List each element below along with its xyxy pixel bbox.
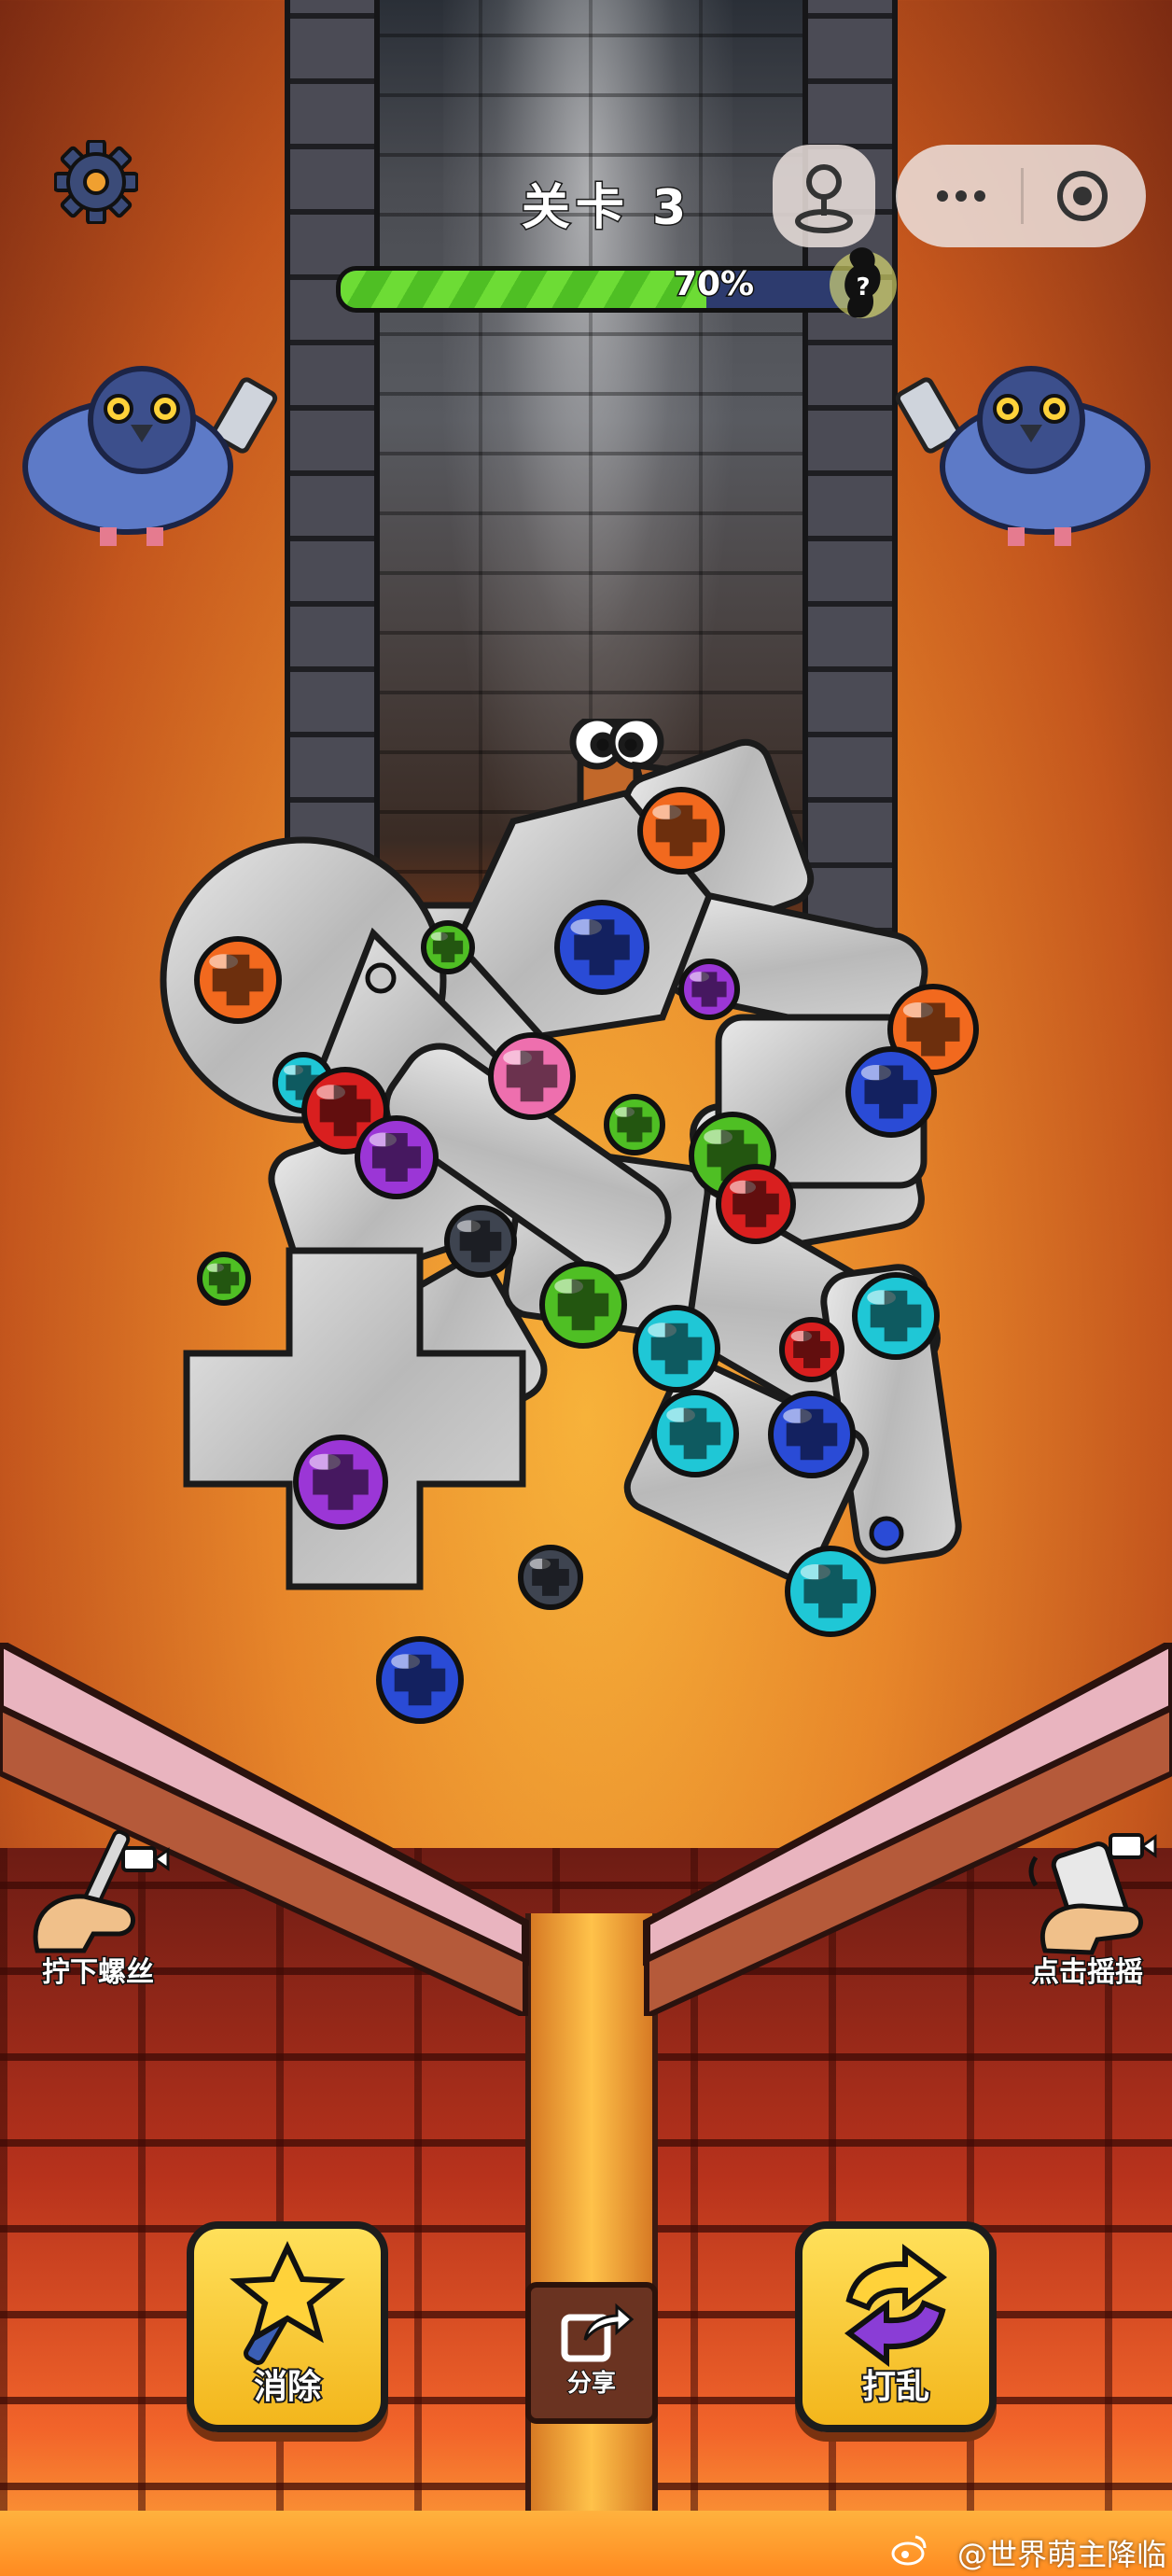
shuffle-arrows-icon (844, 2244, 947, 2367)
shake-video-button[interactable]: 点击摇摇 (1008, 1820, 1166, 1991)
joystick-icon (795, 164, 853, 233)
red-screw[interactable] (716, 1164, 796, 1244)
mystery-goal-icon: ? (826, 233, 900, 336)
green-screw[interactable] (539, 1261, 627, 1349)
progress-fill (341, 271, 706, 308)
remove-button[interactable]: 消除 (187, 2221, 388, 2432)
screwdriver-hand-icon (33, 1829, 170, 1953)
screw-puzzle-pile[interactable] (140, 719, 1073, 1755)
magic-wand-star-icon (229, 2240, 346, 2365)
phone-shake-icon (1028, 1833, 1157, 1955)
green-screw[interactable] (604, 1094, 665, 1155)
orange-screw[interactable] (194, 936, 282, 1024)
shuffle-button[interactable]: 打乱 (795, 2221, 997, 2432)
weibo-icon (891, 2535, 927, 2566)
blue-screw[interactable] (554, 900, 649, 995)
pigeon-left (11, 345, 282, 551)
cyan-screw[interactable] (651, 1390, 739, 1477)
capsule-divider (1021, 168, 1024, 224)
purple-screw[interactable] (678, 959, 740, 1020)
unscrew-video-button[interactable]: 拧下螺丝 (19, 1820, 177, 1991)
blue-screw[interactable] (768, 1391, 856, 1478)
cyan-screw[interactable] (633, 1305, 720, 1393)
share-icon (561, 2303, 635, 2362)
purple-screw[interactable] (355, 1115, 439, 1199)
share-button[interactable]: 分享 (525, 2282, 658, 2424)
record-circle-icon (1057, 171, 1108, 221)
cyan-screw[interactable] (852, 1272, 940, 1360)
settings-gear-icon[interactable] (53, 139, 139, 225)
dark-gray-screw[interactable] (518, 1545, 583, 1610)
level-progress-bar (336, 266, 868, 313)
pink-screw[interactable] (488, 1032, 576, 1120)
share-label: 分享 (566, 2369, 617, 2399)
level-title: 关卡 3 (520, 179, 692, 238)
shake-label: 点击摇摇 (1030, 1955, 1145, 1991)
more-button[interactable] (910, 157, 1012, 235)
purple-screw[interactable] (293, 1435, 388, 1530)
remove-label: 消除 (252, 2366, 323, 2408)
weibo-watermark: @世界萌主降临 (956, 2537, 1166, 2572)
svg-text:?: ? (856, 273, 870, 301)
cyan-screw[interactable] (785, 1546, 876, 1637)
dark-gray-screw[interactable] (444, 1205, 517, 1278)
more-dots-icon (937, 190, 985, 202)
green-screw[interactable] (421, 920, 475, 974)
green-screw[interactable] (197, 1252, 251, 1306)
blue-screw[interactable] (376, 1636, 464, 1724)
shuffle-label: 打乱 (860, 2366, 931, 2408)
close-miniprogram-button[interactable] (1031, 157, 1134, 235)
unscrew-label: 拧下螺丝 (41, 1955, 156, 1991)
pigeon-right (891, 345, 1162, 551)
red-screw[interactable] (779, 1317, 844, 1382)
blue-screw[interactable] (845, 1046, 937, 1138)
joystick-button[interactable] (773, 145, 875, 247)
orange-screw[interactable] (637, 787, 725, 875)
progress-percent: 70% (672, 264, 755, 305)
